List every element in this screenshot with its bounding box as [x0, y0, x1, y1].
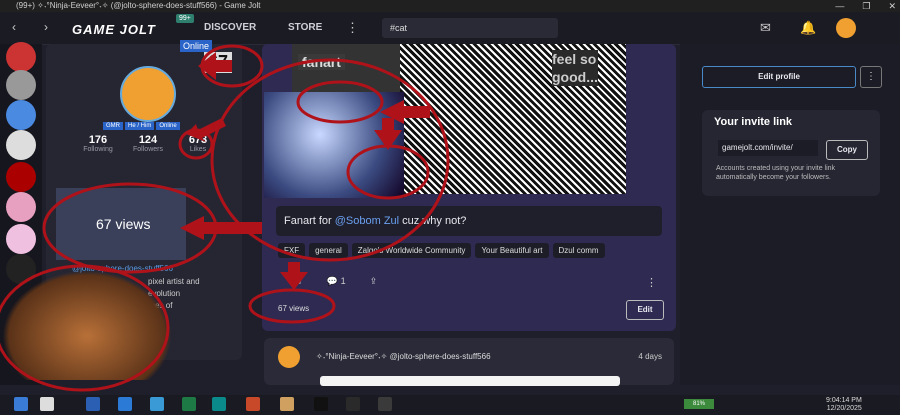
tiktok-icon[interactable]	[314, 397, 328, 411]
community-icon[interactable]	[6, 70, 36, 100]
profile-tag: GMR	[103, 122, 123, 130]
top-navbar: ‹ › GAME JOLT 99+ DISCOVER STORE ⋮ #cat …	[0, 12, 900, 45]
community-icon[interactable]	[6, 162, 36, 192]
photos-icon[interactable]	[150, 397, 164, 411]
post-content-preview	[320, 376, 620, 386]
nav-discover[interactable]: DISCOVER	[204, 22, 256, 33]
close-button[interactable]: ✕	[888, 0, 896, 12]
big-number: 67	[204, 52, 233, 73]
user-avatar-icon[interactable]	[836, 18, 856, 38]
chat-icon[interactable]: ✉	[760, 20, 771, 36]
profile-tag: Online	[156, 122, 180, 130]
post-author-name[interactable]: ✧˖°Ninja-Eeveer°˖✧ @jolto-sphere-does-st…	[316, 352, 491, 361]
community-chip[interactable]: FXF	[278, 243, 306, 258]
windows-taskbar	[0, 395, 900, 415]
invite-link-field[interactable]: gamejolt.com/invite/	[718, 140, 818, 156]
community-icon[interactable]	[6, 192, 36, 222]
notifications-icon[interactable]: 🔔	[800, 20, 816, 36]
likes-stat: 673 Likes	[188, 134, 208, 153]
post-author-avatar[interactable]	[278, 346, 300, 368]
forward-icon[interactable]: ›	[44, 20, 48, 34]
notification-badge: 99+	[176, 14, 194, 23]
online-tag: Online	[180, 40, 213, 52]
edit-post-button[interactable]: Edit	[626, 300, 664, 320]
post-caption: Fanart for @Sobom Zul cuz why not?	[276, 206, 662, 236]
community-chip[interactable]: general	[309, 243, 348, 258]
system-clock[interactable]: 9:04:14 PM 12/20/2025	[826, 397, 862, 413]
edit-profile-button[interactable]: Edit profile	[702, 66, 856, 88]
app-icon[interactable]	[212, 397, 226, 411]
post-image-cat[interactable]	[264, 92, 404, 198]
fanart-label: fanart	[298, 54, 345, 70]
minimize-button[interactable]: —	[835, 0, 844, 12]
excel-icon[interactable]	[182, 397, 196, 411]
community-chip[interactable]: Zalgo's Worldwide Community	[351, 243, 472, 258]
share-icon[interactable]: ⇪	[370, 276, 378, 287]
like-button[interactable]: ♥ 7	[290, 276, 303, 287]
right-panel	[680, 44, 900, 385]
gamejolt-app-icon[interactable]	[346, 397, 360, 411]
gamejolt-app-icon[interactable]	[378, 397, 392, 411]
community-icon[interactable]	[6, 42, 36, 72]
profile-more-button[interactable]: ⋮	[860, 66, 882, 88]
copy-button[interactable]: Copy	[826, 140, 868, 160]
community-icon[interactable]	[6, 224, 36, 254]
nav-more-icon[interactable]: ⋮	[346, 20, 359, 36]
post-card-2: ✧˖°Ninja-Eeveer°˖✧ @jolto-sphere-does-st…	[264, 338, 674, 386]
comment-button[interactable]: 💬 1	[327, 276, 346, 287]
nav-store[interactable]: STORE	[288, 22, 322, 33]
profile-tag: He / Him	[125, 122, 155, 130]
start-icon[interactable]	[14, 397, 28, 411]
community-chip[interactable]: Dzul comm	[552, 243, 605, 258]
search-input[interactable]: #cat	[382, 18, 558, 38]
powerpoint-icon[interactable]	[246, 397, 260, 411]
back-icon[interactable]: ‹	[12, 20, 16, 34]
taskview-icon[interactable]	[40, 397, 54, 411]
post-timestamp: 4 days	[638, 352, 662, 361]
profile-avatar	[120, 66, 176, 122]
views-zoom-box: 67 views	[56, 188, 186, 260]
image-text: feel so good...	[552, 50, 598, 86]
window-titlebar: (99+) ✧˖°Ninja-Eeveer°˖✧ (@jolto-sphere-…	[0, 0, 900, 12]
post-menu-icon[interactable]: ⋮	[646, 276, 657, 289]
community-icon[interactable]	[6, 100, 36, 130]
meme-overlay-image	[2, 270, 172, 380]
invite-description: Accounts created using your invite link …	[716, 165, 836, 181]
window-title: (99+) ✧˖°Ninja-Eeveer°˖✧ (@jolto-sphere-…	[16, 1, 261, 10]
folder-icon[interactable]	[118, 397, 132, 411]
community-icon[interactable]	[6, 130, 36, 160]
maximize-button[interactable]: ❐	[862, 0, 870, 12]
views-zoom-text: 67 views	[96, 216, 151, 232]
mention-link[interactable]: @Sobom Zul	[335, 215, 399, 227]
invite-title: Your invite link	[714, 116, 793, 128]
post-views: 67 views	[278, 304, 310, 313]
battery-indicator[interactable]: 81%	[684, 399, 714, 409]
paint-icon[interactable]	[280, 397, 294, 411]
community-chip[interactable]: Your Beautiful art	[475, 243, 549, 258]
word-icon[interactable]	[86, 397, 100, 411]
gamejolt-logo[interactable]: GAME JOLT	[72, 22, 156, 37]
